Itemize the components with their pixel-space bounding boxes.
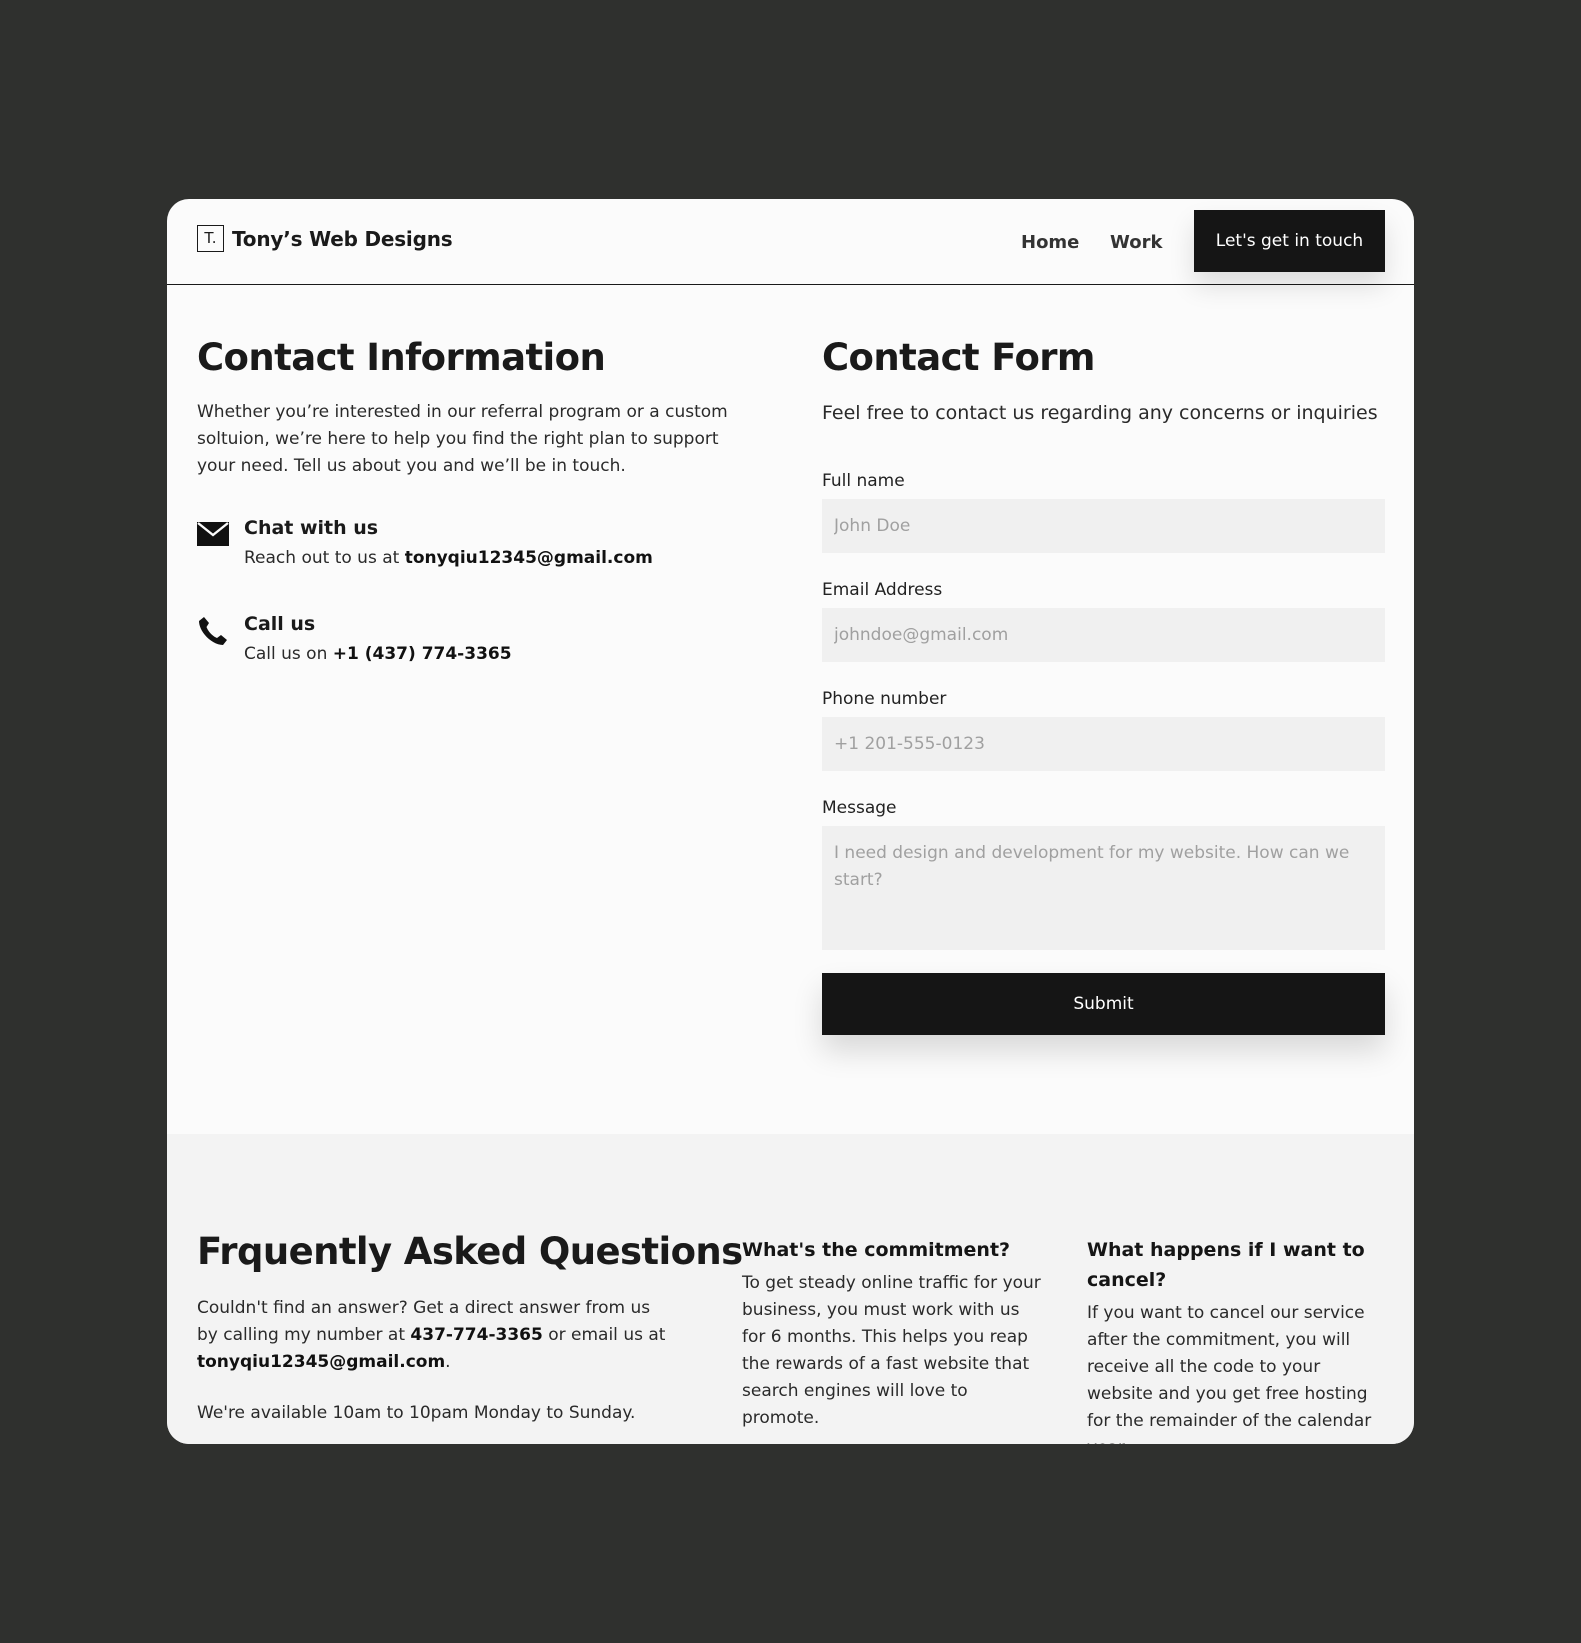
get-in-touch-button[interactable]: Let's get in touch	[1194, 210, 1385, 272]
faq-item: What's the commitment? To get steady onl…	[742, 1235, 1042, 1432]
phone-label: Phone number	[822, 689, 947, 709]
email-label: Email Address	[822, 580, 943, 600]
submit-button[interactable]: Submit	[822, 973, 1385, 1035]
phone-input[interactable]	[822, 717, 1385, 771]
faq-phone-link[interactable]: 437-774-3365	[410, 1325, 542, 1345]
phone-icon	[199, 617, 227, 645]
faq-answer: To get steady online traffic for your bu…	[742, 1273, 1041, 1428]
page-card: T. Tony’s Web Designs Home Work Let's ge…	[167, 199, 1414, 1444]
message-textarea[interactable]	[822, 826, 1385, 950]
contact-form-subtitle: Feel free to contact us regarding any co…	[822, 402, 1378, 424]
email-input[interactable]	[822, 608, 1385, 662]
logo-name: Tony’s Web Designs	[232, 226, 453, 251]
faq-availability: We're available 10am to 10pam Monday to …	[197, 1403, 636, 1423]
chat-title: Chat with us	[244, 517, 379, 539]
logo[interactable]: T. Tony’s Web Designs	[197, 225, 453, 252]
faq-intro: Couldn't find an answer? Get a direct an…	[197, 1298, 666, 1372]
site-header: T. Tony’s Web Designs Home Work Let's ge…	[167, 199, 1414, 285]
contact-info-description: Whether you’re interested in our referra…	[197, 402, 728, 476]
full-name-label: Full name	[822, 471, 905, 491]
chat-email-link[interactable]: tonyqiu12345@gmail.com	[405, 548, 653, 568]
nav-work[interactable]: Work	[1110, 232, 1162, 253]
logo-mark: T.	[197, 225, 224, 252]
contact-form-title: Contact Form	[822, 336, 1095, 379]
call-title: Call us	[244, 613, 316, 635]
faq-item: What happens if I want to cancel? If you…	[1087, 1235, 1387, 1444]
call-phone-link[interactable]: +1 (437) 774-3365	[333, 644, 512, 664]
envelope-icon	[197, 522, 229, 546]
faq-title: Frquently Asked Questions	[197, 1230, 743, 1273]
chat-text: Reach out to us at tonyqiu12345@gmail.co…	[244, 548, 653, 568]
faq-question: What's the commitment?	[742, 1239, 1011, 1261]
nav-home[interactable]: Home	[1021, 232, 1079, 253]
full-name-input[interactable]	[822, 499, 1385, 553]
contact-info-title: Contact Information	[197, 336, 606, 379]
faq-answer: If you want to cancel our service after …	[1087, 1303, 1372, 1444]
faq-question: What happens if I want to cancel?	[1087, 1239, 1365, 1291]
call-text: Call us on +1 (437) 774-3365	[244, 644, 512, 664]
message-label: Message	[822, 798, 897, 818]
faq-email-link[interactable]: tonyqiu12345@gmail.com	[197, 1352, 445, 1372]
faq-section: Frquently Asked Questions Couldn't find …	[167, 1134, 1414, 1444]
